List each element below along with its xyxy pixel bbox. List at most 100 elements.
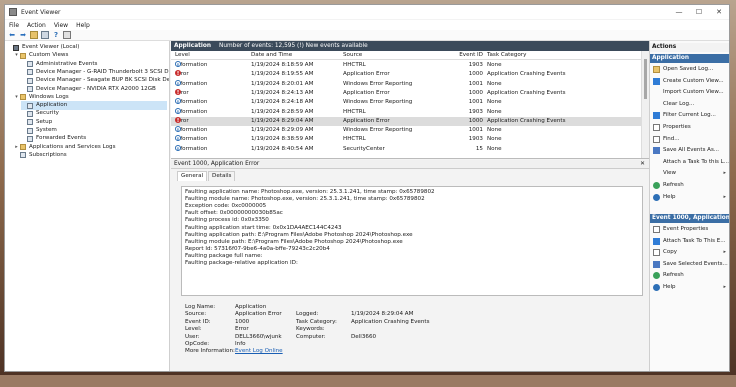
action-item[interactable]: View ▸ <box>650 168 729 179</box>
event-id: 1000 <box>468 89 483 96</box>
document-icon <box>653 124 660 131</box>
log-icon <box>27 102 33 109</box>
action-label: Attach Task To This E... <box>663 237 726 244</box>
events-scrollbar[interactable] <box>641 51 649 158</box>
action-label: Create Custom View... <box>663 77 724 84</box>
close-button[interactable]: ✕ <box>709 5 729 19</box>
log-icon <box>27 77 33 84</box>
document-icon <box>653 226 660 233</box>
event-id: 1001 <box>468 99 483 106</box>
column-header[interactable]: Level <box>175 51 190 60</box>
action-item[interactable]: Refresh <box>650 270 729 281</box>
table-row[interactable]: ! Error 1/19/2024 8:19:55 AM Application Er… <box>171 70 641 79</box>
action-item[interactable]: Find... <box>650 134 729 145</box>
action-item[interactable]: Attach Task To This E... <box>650 236 729 247</box>
menu-item-file[interactable]: File <box>5 22 23 29</box>
column-header[interactable]: Task Category <box>487 51 526 60</box>
column-header[interactable]: Event ID <box>445 51 483 60</box>
information-icon: i <box>175 107 181 116</box>
table-row[interactable]: i Information 1/19/2024 8:28:59 AM HHCTRL 19… <box>171 107 641 117</box>
blank-icon <box>653 170 660 177</box>
help-icon[interactable]: ? <box>52 31 60 39</box>
event-source: Windows Error Reporting <box>343 99 413 106</box>
action-item[interactable]: Save All Events As... <box>650 145 729 156</box>
submenu-arrow-icon: ▸ <box>723 284 726 290</box>
menu-item-help[interactable]: Help <box>72 22 94 29</box>
action-item[interactable]: Import Custom View... <box>650 87 729 98</box>
events-grid: Level Date and Time Source Event ID Task Cat… <box>171 51 649 159</box>
scrollbar-thumb[interactable] <box>644 59 647 99</box>
action-item[interactable]: Attach a Task To this L... <box>650 157 729 168</box>
event-level: i Information <box>175 79 207 89</box>
event-log-online-link[interactable]: Event Log Online <box>235 347 283 355</box>
actions-section-application[interactable]: Application <box>650 54 729 63</box>
action-item[interactable]: Filter Current Log... <box>650 110 729 121</box>
log-icon <box>27 135 33 142</box>
properties-icon[interactable] <box>63 31 71 39</box>
back-arrow-icon[interactable]: ⬅ <box>8 31 16 39</box>
toolbar: ⬅ ➡ ? <box>5 30 729 41</box>
menu-item-view[interactable]: View <box>50 22 72 29</box>
folder-up-icon[interactable] <box>30 31 38 39</box>
filter-icon <box>653 237 660 245</box>
action-item[interactable]: Event Properties <box>650 224 729 235</box>
column-header[interactable]: Source <box>343 51 362 60</box>
event-source: Application Error <box>343 117 390 124</box>
event-source: SecurityCenter <box>343 145 385 152</box>
action-label: Save Selected Events... <box>663 260 728 267</box>
tab-general[interactable]: General <box>177 171 208 181</box>
action-label: View <box>663 170 677 177</box>
event-message-box[interactable]: Faulting application name: Photoshop.exe… <box>181 186 643 296</box>
log-icon <box>27 127 33 134</box>
event-date: 1/19/2024 8:20:01 AM <box>251 80 314 87</box>
minimize-button[interactable]: — <box>669 5 689 19</box>
event-id: 1001 <box>468 80 483 87</box>
expand-chevron-icon[interactable]: ▾ <box>14 51 19 60</box>
action-item[interactable]: Help ▸ <box>650 192 729 203</box>
event-level: ! Error <box>175 88 189 98</box>
table-row[interactable]: ! Error 1/19/2024 8:29:04 AM Application Er… <box>171 116 641 126</box>
actions-section-event[interactable]: Event 1000, Application ... <box>650 214 729 230</box>
action-item[interactable]: Properties <box>650 122 729 133</box>
table-row[interactable]: ! Error 1/19/2024 8:24:13 AM Application Er… <box>171 88 641 98</box>
tab-details[interactable]: Details <box>208 171 236 181</box>
event-level: i Information <box>175 135 207 144</box>
filter-icon <box>653 112 660 120</box>
detail-close-icon[interactable]: ✕ <box>640 160 645 169</box>
table-row[interactable]: i Information 1/19/2024 8:18:59 AM HHCTRL 19… <box>171 61 641 70</box>
event-source: Windows Error Reporting <box>343 80 413 87</box>
event-detail-title: Event 1000, Application Error <box>174 161 260 167</box>
action-label: Save All Events As... <box>663 147 720 154</box>
action-item[interactable]: Help ▸ <box>650 282 729 293</box>
help-icon <box>653 193 660 201</box>
column-header[interactable]: Date and Time <box>251 51 292 60</box>
event-source: Windows Error Reporting <box>343 127 413 134</box>
document-icon <box>653 135 660 143</box>
action-item[interactable]: Open Saved Log... <box>650 64 729 75</box>
log-icon <box>27 61 33 68</box>
expand-chevron-icon[interactable]: ▾ <box>14 93 19 102</box>
maximize-button[interactable]: ☐ <box>689 5 709 19</box>
action-label: Help <box>663 193 676 200</box>
tree-item[interactable]: Subscriptions <box>14 151 67 160</box>
log-icon <box>27 69 33 76</box>
action-item[interactable]: Refresh <box>650 180 729 191</box>
console-tree-icon[interactable] <box>41 31 49 39</box>
forward-arrow-icon[interactable]: ➡ <box>19 31 27 39</box>
log-icon <box>27 110 33 117</box>
action-item[interactable]: Copy ▸ <box>650 247 729 258</box>
event-detail-header: Event 1000, Application Error ✕ <box>171 160 649 169</box>
menu-item-action[interactable]: Action <box>23 22 50 29</box>
folder-icon <box>653 66 660 73</box>
action-item[interactable]: Create Custom View... <box>650 76 729 87</box>
table-row[interactable]: i Information 1/19/2024 8:38:59 AM HHCTRL 19… <box>171 135 641 144</box>
action-item[interactable]: Clear Log... <box>650 99 729 110</box>
table-row[interactable]: i Information 1/19/2024 8:29:09 AM Windows … <box>171 126 641 135</box>
table-row[interactable]: i Information 1/19/2024 8:20:01 AM Windows … <box>171 79 641 89</box>
table-row[interactable]: i Information 1/19/2024 8:24:18 AM Windows … <box>171 98 641 107</box>
action-item[interactable]: Save Selected Events... <box>650 259 729 270</box>
event-id: 1903 <box>468 62 483 68</box>
event-level: i Information <box>175 107 207 117</box>
table-row[interactable]: i Information 1/19/2024 8:40:54 AM Security… <box>171 144 641 154</box>
event-date: 1/19/2024 8:28:59 AM <box>251 108 314 115</box>
